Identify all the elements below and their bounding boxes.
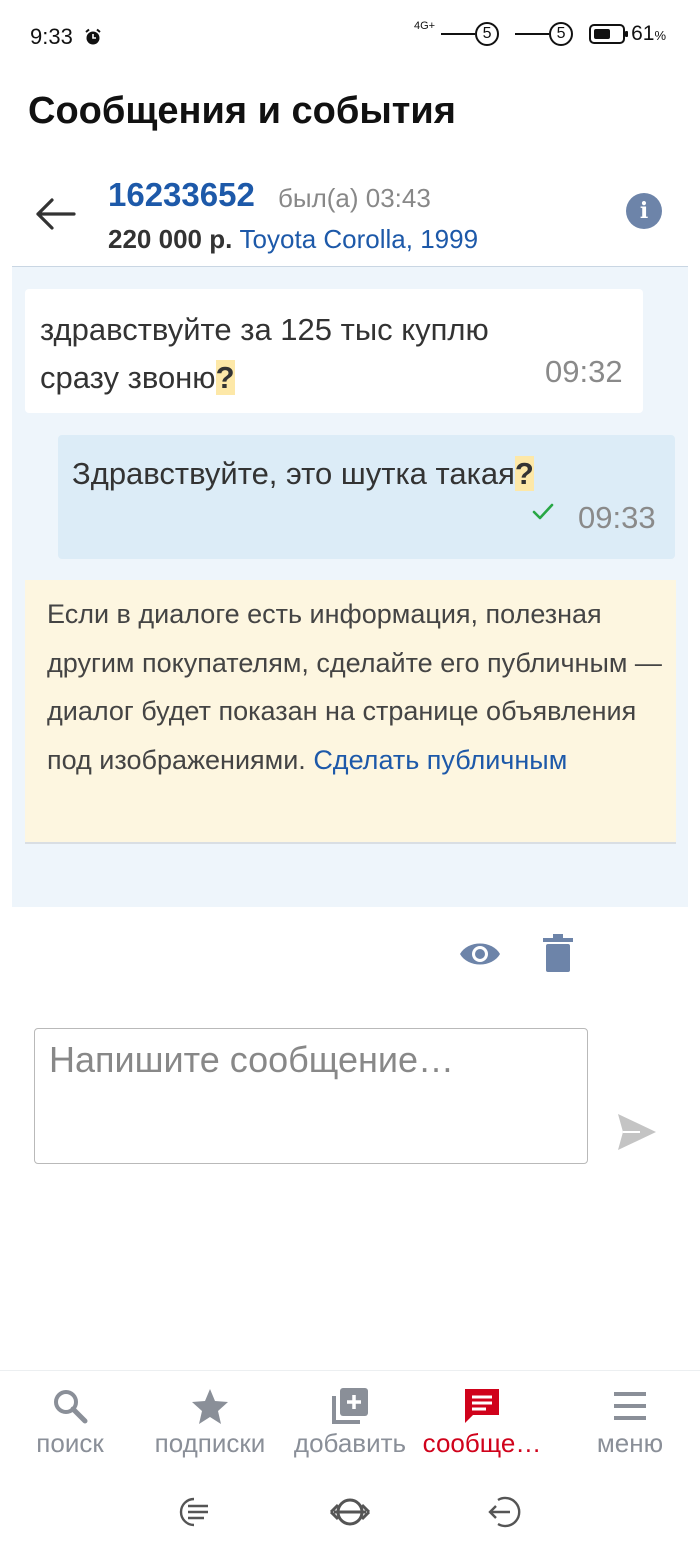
battery-icon (589, 24, 629, 44)
send-icon[interactable] (616, 1112, 658, 1152)
nav-label: поиск (36, 1428, 104, 1458)
menu-icon (614, 1392, 646, 1420)
nav-messages[interactable]: сообще… (412, 1386, 552, 1459)
incoming-message-text: здравствуйте за 125 тыс куплю сразу звон… (40, 312, 489, 395)
eye-icon[interactable] (458, 936, 502, 972)
battery-percent: 61% (631, 22, 666, 45)
ad-title-link[interactable]: Toyota Corolla, 1999 (240, 224, 478, 254)
back-icon[interactable] (484, 1494, 528, 1530)
make-public-link[interactable]: Сделать публичным (313, 745, 567, 775)
incoming-message-time: 09:32 (545, 354, 623, 389)
ad-summary: 220 000 р. Toyota Corolla, 1999 (108, 224, 478, 254)
nav-label: меню (596, 1428, 664, 1458)
status-indicators: 4G+ 5 5 61% (413, 20, 666, 46)
sim1-signal-icon: 5 (441, 22, 500, 46)
nav-label: подписки (154, 1428, 266, 1458)
outgoing-message-text: Здравствуйте, это шутка такая? (72, 456, 534, 491)
page-title: Сообщения и события (28, 90, 456, 132)
add-box-icon (332, 1388, 368, 1424)
message-input[interactable] (34, 1028, 588, 1164)
message-icon (465, 1389, 499, 1423)
nav-subscriptions[interactable]: подписки (140, 1386, 280, 1459)
back-arrow-icon[interactable] (30, 192, 80, 236)
info-icon[interactable]: i (626, 193, 662, 229)
chat-user-id[interactable]: 16233652 (108, 176, 255, 214)
nav-label: сообще… (422, 1428, 542, 1458)
home-icon[interactable] (328, 1494, 372, 1530)
trash-icon[interactable] (543, 934, 573, 972)
last-seen-status: был(а) 03:43 (278, 183, 431, 213)
network-type: 4G+ (413, 20, 436, 32)
outgoing-message-time: 09:33 (578, 500, 656, 535)
status-time: 9:33 (30, 24, 73, 49)
notice-text: Если в диалоге есть информация, полезная… (47, 599, 662, 775)
search-icon (54, 1390, 88, 1424)
nav-add[interactable]: добавить (280, 1386, 420, 1459)
check-icon (532, 503, 554, 520)
question-mark-highlight: ? (514, 456, 534, 491)
nav-search[interactable]: поиск (0, 1386, 140, 1459)
recent-apps-icon[interactable] (170, 1494, 214, 1530)
question-mark-highlight: ? (215, 360, 235, 395)
nav-menu[interactable]: меню (560, 1386, 700, 1459)
alarm-icon (85, 28, 101, 45)
ad-price: 220 000 р. (108, 224, 233, 254)
star-icon (192, 1389, 228, 1424)
sim2-signal-icon: 5 (515, 22, 574, 46)
nav-label: добавить (293, 1428, 407, 1458)
